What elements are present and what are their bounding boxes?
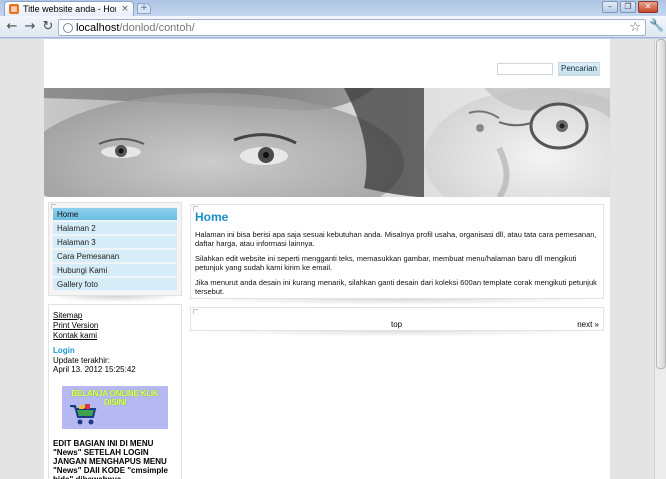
- box-corner-mark: [193, 309, 198, 314]
- browser-tab[interactable]: ▦ Title website anda - Home ×: [4, 1, 134, 16]
- left-column: Home Halaman 2 Halaman 3 Cara Pemesanan …: [48, 202, 182, 479]
- close-window-icon[interactable]: ✕: [638, 1, 658, 13]
- sitemap-link[interactable]: Sitemap: [53, 311, 177, 321]
- top-link[interactable]: top: [391, 320, 402, 329]
- menu-item-hubungi-kami[interactable]: Hubungi Kami: [53, 264, 177, 277]
- new-tab-button[interactable]: +: [137, 3, 151, 14]
- vertical-scrollbar[interactable]: [654, 39, 666, 479]
- page-title: Home: [195, 210, 229, 224]
- update-label: Update terakhir:: [53, 356, 110, 365]
- address-bar[interactable]: localhost /donlod/contoh/ ☆: [58, 19, 646, 36]
- back-icon[interactable]: ←: [4, 19, 20, 35]
- box-corner-mark: [51, 204, 56, 209]
- menu-item-cara-pemesanan[interactable]: Cara Pemesanan: [53, 250, 177, 263]
- print-version-link[interactable]: Print Version: [53, 321, 177, 331]
- content-paragraph: Halaman ini bisa berisi apa saja sesuai …: [195, 230, 597, 248]
- main-content: Home Halaman ini bisa berisi apa saja se…: [190, 204, 604, 299]
- menu-item-halaman-2[interactable]: Halaman 2: [53, 222, 177, 235]
- box-corner-mark: [193, 206, 198, 211]
- menu-item-halaman-3[interactable]: Halaman 3: [53, 236, 177, 249]
- main-menu: Home Halaman 2 Halaman 3 Cara Pemesanan …: [48, 202, 182, 296]
- browser-toolbar: ← → ↻ localhost /donlod/contoh/ ☆: [0, 16, 666, 38]
- tab-title: Title website anda - Home: [23, 4, 116, 14]
- wrench-icon[interactable]: 🔧: [649, 18, 664, 32]
- menu-item-home[interactable]: Home: [53, 208, 177, 221]
- menu-item-gallery-foto[interactable]: Gallery foto: [53, 278, 177, 291]
- page-topbar: Pencarian: [44, 39, 610, 88]
- web-page: Pencarian Home Halaman 2 Halaman 3 Cara …: [44, 39, 610, 479]
- url-host: localhost: [76, 21, 120, 34]
- edit-notice: EDIT BAGIAN INI DI MENU "News" SETELAH L…: [53, 439, 168, 479]
- update-timestamp: April 13. 2012 15:25:42: [53, 365, 136, 374]
- header-photo: [44, 88, 610, 197]
- next-link[interactable]: next »: [577, 320, 599, 329]
- sidebar-box: Sitemap Print Version Kontak kami Login …: [48, 304, 182, 479]
- menu-shadow: [48, 296, 182, 302]
- minimize-icon[interactable]: –: [602, 1, 618, 13]
- browser-tab-strip: ▦ Title website anda - Home × + – ❐ ✕: [0, 0, 666, 16]
- search-input[interactable]: [497, 63, 553, 75]
- login-link[interactable]: Login: [53, 345, 177, 356]
- nav-shadow: [190, 331, 604, 337]
- browser-viewport: Pencarian Home Halaman 2 Halaman 3 Cara …: [0, 39, 654, 479]
- tab-close-icon[interactable]: ×: [120, 4, 130, 14]
- star-icon[interactable]: ☆: [629, 20, 641, 35]
- kontak-kami-link[interactable]: Kontak kami: [53, 331, 177, 341]
- search-button[interactable]: Pencarian: [558, 62, 600, 76]
- globe-icon: [63, 22, 73, 33]
- content-shadow: [190, 299, 604, 305]
- content-paragraph: Silahkan edit website ini seperti mengga…: [195, 254, 577, 272]
- scrollbar-thumb[interactable]: [656, 39, 666, 369]
- maximize-icon[interactable]: ❐: [620, 1, 636, 13]
- shopping-cart-icon: [70, 404, 97, 425]
- shop-online-banner[interactable]: BELANJA ONLINE KLIK DISINI: [62, 386, 168, 429]
- favicon-icon: ▦: [9, 4, 19, 14]
- url-path: /donlod/contoh/: [119, 21, 195, 34]
- content-paragraph: Jika menurut anda desain ini kurang mena…: [195, 278, 597, 296]
- reload-icon[interactable]: ↻: [40, 19, 56, 35]
- page-nav-box: top next »: [190, 307, 604, 331]
- forward-icon[interactable]: →: [22, 19, 38, 35]
